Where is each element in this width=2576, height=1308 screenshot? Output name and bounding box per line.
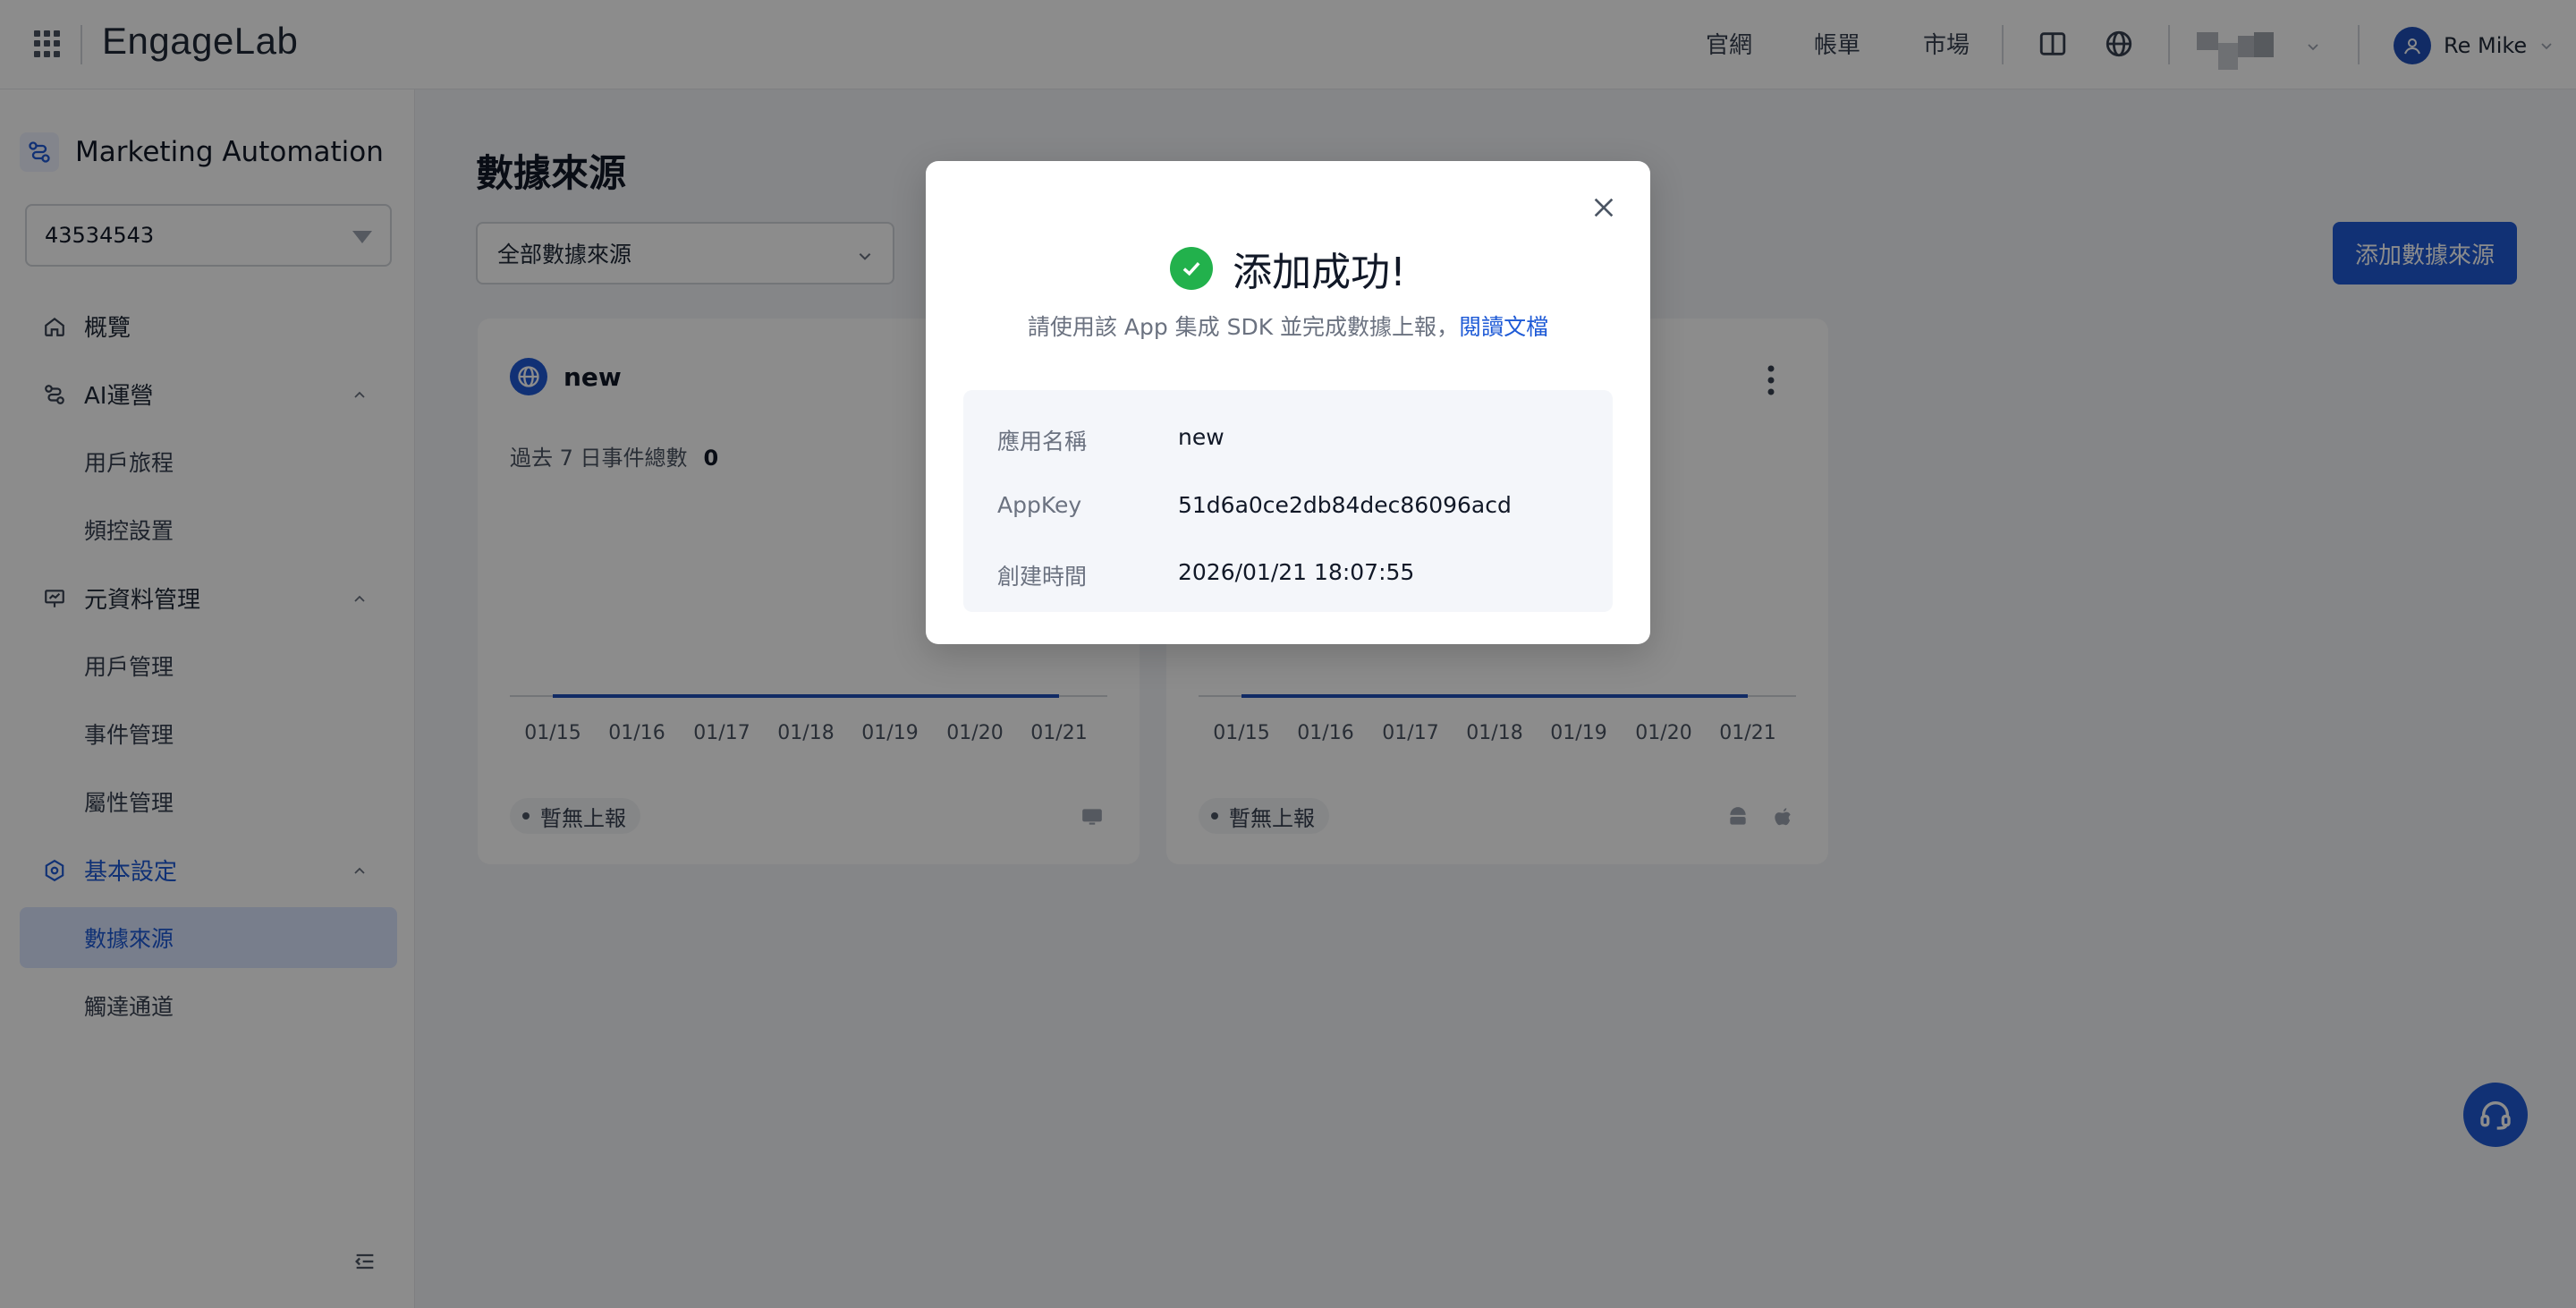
- info-value: 2026/01/21 18:07:55: [1178, 559, 1415, 585]
- app-info-panel: 應用名稱 new AppKey 51d6a0ce2db84dec86096acd…: [963, 390, 1613, 612]
- info-label: AppKey: [997, 492, 1082, 518]
- info-row-app-name: 應用名稱 new: [997, 424, 1224, 456]
- dialog-subtitle-text: 請使用該 App 集成 SDK 並完成數據上報，: [1027, 314, 1460, 340]
- info-row-created-time: 創建時間 2026/01/21 18:07:55: [997, 559, 1414, 591]
- info-row-appkey: AppKey 51d6a0ce2db84dec86096acd: [997, 492, 1512, 518]
- read-docs-link[interactable]: 閱讀文檔: [1459, 314, 1548, 340]
- dialog-title: 添加成功!: [1233, 250, 1406, 295]
- dialog-header: 添加成功!: [926, 240, 1650, 297]
- info-value: new: [1178, 424, 1224, 450]
- close-icon[interactable]: [1589, 193, 1618, 222]
- info-label: 應用名稱: [997, 429, 1088, 454]
- info-value[interactable]: 51d6a0ce2db84dec86096acd: [1178, 492, 1512, 518]
- check-circle-icon: [1170, 247, 1214, 290]
- dialog-subtitle: 請使用該 App 集成 SDK 並完成數據上報，閱讀文檔: [926, 310, 1650, 342]
- add-success-dialog: 添加成功! 請使用該 App 集成 SDK 並完成數據上報，閱讀文檔 應用名稱 …: [926, 161, 1650, 644]
- info-label: 創建時間: [997, 564, 1088, 590]
